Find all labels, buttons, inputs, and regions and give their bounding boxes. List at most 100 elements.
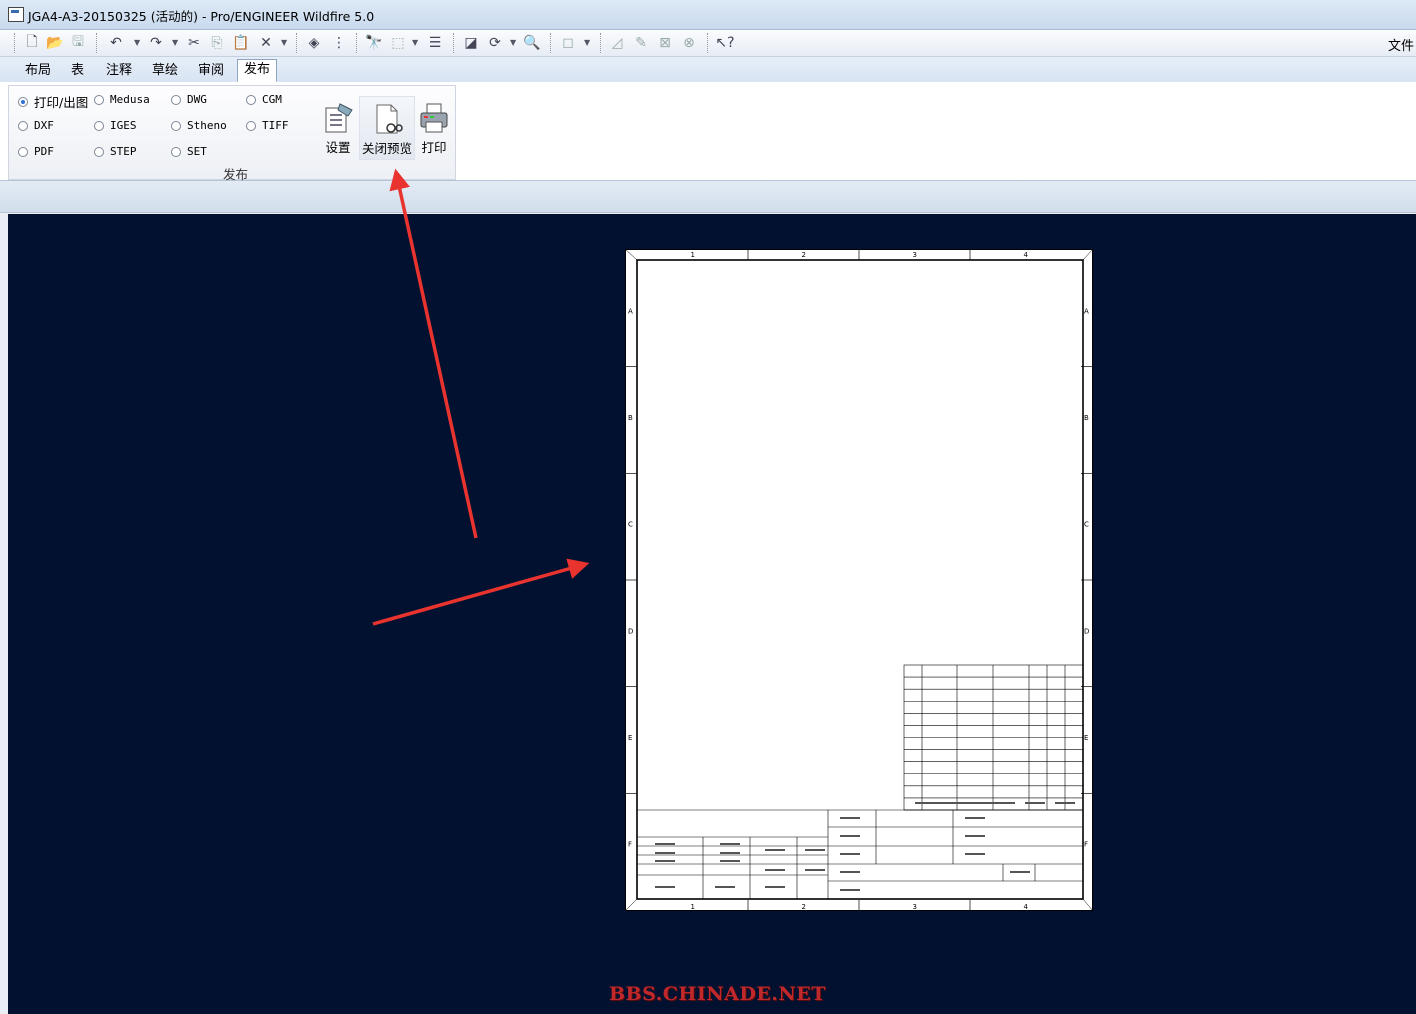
radio-dot (18, 120, 28, 131)
undo-icon[interactable]: ↶ (106, 33, 126, 53)
tab-layout[interactable]: 布局 (19, 61, 57, 81)
radio-stheno[interactable]: Stheno (171, 119, 227, 132)
radio-medusa[interactable]: Medusa (94, 93, 150, 106)
open-folder-icon[interactable]: 📂 (45, 33, 65, 53)
app-icon (8, 7, 24, 22)
window-title: JGA4-A3-20150325 (活动的) - Pro/ENGINEER Wi… (28, 9, 375, 24)
regenerate-dropdown-icon[interactable]: ▼ (510, 38, 516, 47)
title-block-text-mark (965, 835, 985, 837)
forum-watermark: BBS.CHINADE.NET (609, 983, 826, 1005)
delete-dropdown-icon[interactable]: ▼ (281, 38, 287, 47)
zone-column-label: 3 (913, 903, 917, 911)
radio-dxf[interactable]: DXF (18, 119, 54, 132)
settings-button[interactable]: 设置 (315, 96, 361, 158)
radio-step[interactable]: STEP (94, 145, 137, 158)
close-preview-button[interactable]: 关闭预览 (359, 96, 415, 160)
file-menu[interactable]: 文件 (1388, 35, 1414, 54)
radio-iges[interactable]: IGES (94, 119, 137, 132)
radio-tiff[interactable]: TIFF (246, 119, 289, 132)
window-edge (0, 214, 8, 1014)
save-icon[interactable]: 🖫 (68, 33, 88, 53)
model-tree-icon[interactable]: ⋮ (329, 33, 349, 53)
print-label: 打印 (421, 140, 447, 155)
radio-cgm[interactable]: CGM (246, 93, 282, 106)
zone-row-label: F (628, 841, 632, 849)
cut-icon[interactable]: ✂ (184, 33, 204, 53)
undo-dropdown-icon[interactable]: ▼ (134, 38, 140, 47)
radio-dot (171, 146, 181, 157)
zone-column-label: 4 (1024, 903, 1029, 911)
select-box-icon[interactable]: ⬚ (388, 33, 408, 53)
layers-icon[interactable]: ◈ (304, 33, 324, 53)
title-block-text-mark (655, 852, 675, 854)
title-block-text-mark (840, 817, 860, 819)
tab-sketch[interactable]: 草绘 (146, 61, 184, 81)
title-block-text-mark (840, 889, 860, 891)
edit-icon[interactable]: ✎ (631, 33, 651, 53)
zone-column-label: 1 (691, 903, 695, 911)
delete-icon[interactable]: ✕ (256, 33, 276, 53)
toolbar-separator (707, 33, 709, 53)
tab-review[interactable]: 审阅 (192, 61, 230, 81)
radio-dot (94, 94, 104, 105)
radio-pdf[interactable]: PDF (18, 145, 54, 158)
tab-publish[interactable]: 发布 (237, 59, 278, 82)
tab-table[interactable]: 表 (65, 61, 90, 81)
view-icon[interactable]: ◻ (558, 33, 578, 53)
measure-icon[interactable]: ◿ (607, 33, 627, 53)
radio-dot (246, 94, 256, 105)
zone-column-label: 2 (802, 903, 806, 911)
print-button[interactable]: 打印 (411, 96, 457, 158)
radio-dot (18, 146, 28, 157)
title-block-text-mark (655, 860, 675, 862)
zone-column-label: 3 (913, 251, 917, 259)
radio-dot (246, 120, 256, 131)
title-block-text-mark (765, 849, 785, 851)
toolbar-separator (356, 33, 358, 53)
title-block-text-mark (965, 853, 985, 855)
context-help-icon[interactable]: ↖? (715, 33, 735, 53)
find-icon[interactable]: 🔭 (364, 33, 384, 53)
copy-icon[interactable]: ⎘ (207, 33, 227, 53)
zone-column-label: 4 (1024, 251, 1029, 259)
redo-dropdown-icon[interactable]: ▼ (172, 38, 178, 47)
cross-icon[interactable]: ⊠ (655, 33, 675, 53)
title-block-text-mark (1010, 871, 1030, 873)
title-block-text-mark (715, 886, 735, 888)
zone-row-label: D (1084, 627, 1089, 635)
select-dropdown-icon[interactable]: ▼ (412, 38, 418, 47)
zone-row-label: C (1084, 521, 1089, 529)
zone-row-label: F (1084, 841, 1088, 849)
title-block-text-mark (720, 860, 740, 862)
regenerate-icon[interactable]: ⟳ (485, 33, 505, 53)
redo-icon[interactable]: ↷ (146, 33, 166, 53)
zone-row-label: C (628, 521, 633, 529)
radio-print-plot[interactable]: 打印/出图 (18, 92, 88, 111)
zone-row-label: B (628, 414, 633, 422)
erase-icon[interactable]: ⊗ (679, 33, 699, 53)
toolbar-separator (550, 33, 552, 53)
title-block-text-mark (915, 802, 935, 804)
settings-icon (322, 102, 354, 134)
paste-icon[interactable]: 📋 (231, 33, 251, 53)
drawing-sheet-preview[interactable]: 1 1 2 2 3 3 4 4 A A B B C C D D E E F F (624, 248, 1094, 912)
view-dropdown-icon[interactable]: ▼ (584, 38, 590, 47)
drawing-frame: 1 1 2 2 3 3 4 4 A A B B C C D D E E F F (624, 248, 1094, 912)
tab-annotate[interactable]: 注释 (100, 61, 138, 81)
radio-dot (171, 120, 181, 131)
title-block-text-mark (995, 802, 1015, 804)
title-block-text-mark (935, 802, 955, 804)
zoom-icon[interactable]: 🔍 (522, 33, 542, 53)
radio-dot (94, 120, 104, 131)
title-block-text-mark (840, 871, 860, 873)
title-block-text-mark (1055, 802, 1075, 804)
toolbar-separator (453, 33, 455, 53)
radio-set[interactable]: SET (171, 145, 207, 158)
zone-column-label: 2 (802, 251, 806, 259)
zone-row-label: A (1084, 307, 1089, 315)
title-block-text-mark (720, 843, 740, 845)
new-file-icon[interactable]: 🗋 (22, 33, 42, 53)
radio-dwg[interactable]: DWG (171, 93, 207, 106)
repaint-icon[interactable]: ◪ (461, 33, 481, 53)
properties-icon[interactable]: ☰ (425, 33, 445, 53)
